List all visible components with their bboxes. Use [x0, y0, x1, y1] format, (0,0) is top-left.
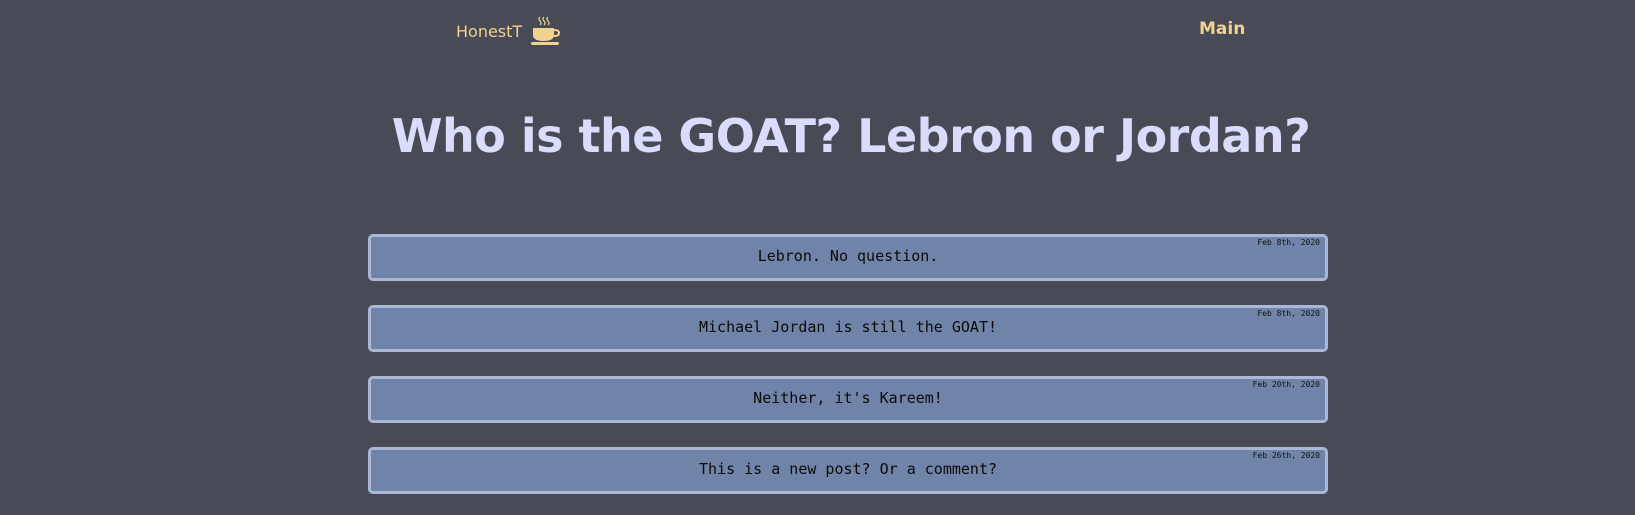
page-title: Who is the GOAT? Lebron or Jordan?	[391, 109, 1311, 163]
post-text: Neither, it's Kareem!	[753, 389, 943, 407]
post-text: This is a new post? Or a comment?	[698, 460, 997, 478]
post-card[interactable]: Feb 26th, 2020 This is a new post? Or a …	[368, 447, 1328, 494]
post-date: Feb 8th, 2020	[1257, 309, 1320, 318]
nav-main-link[interactable]: Main	[1199, 19, 1245, 39]
post-card[interactable]: Feb 20th, 2020 Neither, it's Kareem!	[368, 376, 1328, 423]
post-text: Michael Jordan is still the GOAT!	[698, 318, 997, 336]
brand-name: HonestT	[456, 21, 523, 41]
post-list: Feb 8th, 2020 Lebron. No question. Feb 8…	[368, 234, 1328, 515]
post-date: Feb 8th, 2020	[1257, 238, 1320, 247]
post-date: Feb 26th, 2020	[1252, 451, 1320, 460]
post-date: Feb 20th, 2020	[1252, 380, 1320, 389]
brand-logo-link[interactable]: HonestT	[456, 14, 561, 48]
post-card[interactable]: Feb 8th, 2020 Lebron. No question.	[368, 234, 1328, 281]
hot-coffee-cup-icon	[530, 15, 561, 47]
post-card[interactable]: Feb 8th, 2020 Michael Jordan is still th…	[368, 305, 1328, 352]
post-text: Lebron. No question.	[757, 247, 939, 265]
